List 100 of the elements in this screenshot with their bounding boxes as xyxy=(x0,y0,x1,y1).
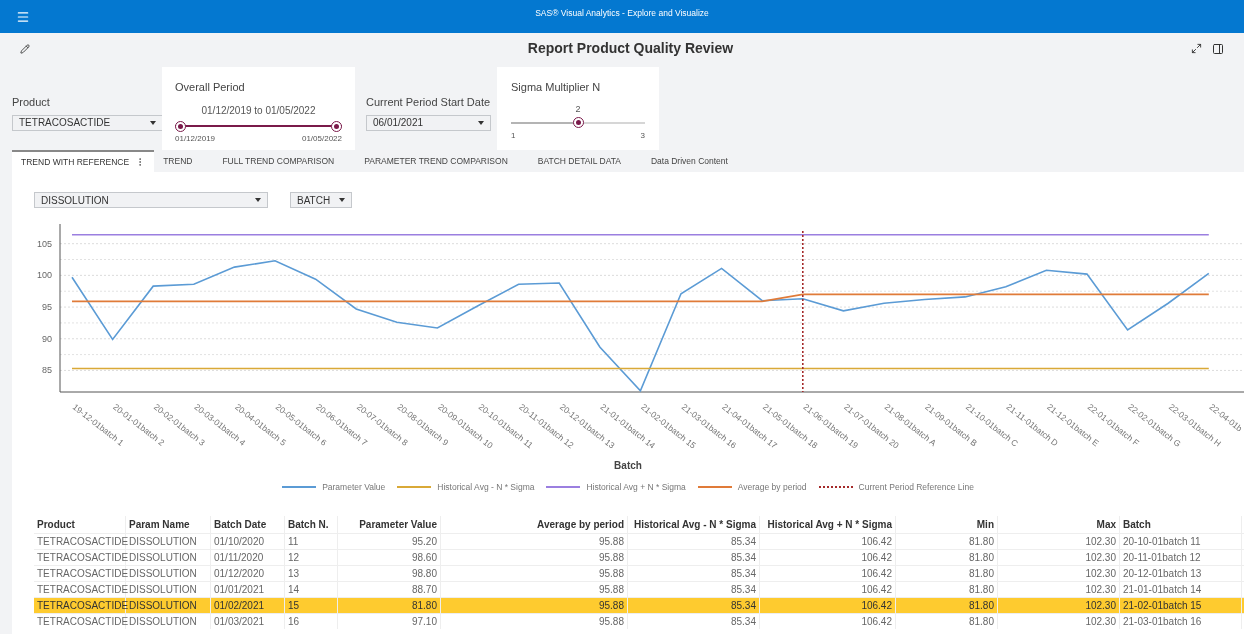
parameter-select[interactable]: DISSOLUTION xyxy=(34,192,268,208)
y-tick-label: 90 xyxy=(42,333,52,344)
slider-reading: 2 xyxy=(575,102,581,116)
column-header[interactable]: Historical Avg - N * Sigma xyxy=(628,515,760,533)
table-cell: 102.30 xyxy=(998,581,1120,597)
column-header[interactable]: Parameter Value xyxy=(338,515,441,533)
legend-label: Historical Avg - N * Sigma xyxy=(437,481,535,494)
table-cell: 20-11-01batch 12 xyxy=(1120,549,1242,565)
legend-swatch xyxy=(818,486,853,489)
table-cell: 102.30 xyxy=(998,549,1120,565)
slider-min-label: 1 xyxy=(511,130,516,142)
table-cell: 85.34 xyxy=(628,533,760,549)
column-header[interactable]: Average by period xyxy=(441,515,628,533)
slider-thumb[interactable] xyxy=(175,120,186,132)
table-row[interactable]: TETRACOSACTIDEDISSOLUTION 01/11/2020 12 98.60 95.88 85.34 106.42 81.80 102.30 20-11-01batch 12 xyxy=(34,548,1244,565)
tab[interactable]: TREND xyxy=(154,150,202,172)
product-select[interactable]: TETRACOSACTIDE xyxy=(12,114,163,131)
caret-icon xyxy=(339,198,345,202)
table-cell: TETRACOSACTIDE xyxy=(34,549,126,565)
column-header[interactable]: Batch xyxy=(1120,515,1242,533)
table-cell: 95.20 xyxy=(338,533,441,549)
menu-icon[interactable] xyxy=(16,9,30,24)
slider-reading: 01/12/2019 to 01/05/2022 xyxy=(201,103,316,118)
table-cell: 98.80 xyxy=(338,565,441,581)
table-cell: 95.88 xyxy=(441,549,628,565)
slider-thumb[interactable] xyxy=(331,120,342,132)
table-cell: 95.88 xyxy=(441,613,628,629)
table-cell: 81.80 xyxy=(896,597,998,613)
axis-title: Batch xyxy=(614,459,642,473)
panel-icon[interactable] xyxy=(1212,42,1224,55)
table-cell: TETRACOSACTIDE xyxy=(34,581,126,597)
column-header[interactable]: Batch Date xyxy=(211,515,285,533)
caret-icon xyxy=(150,120,156,125)
column-header[interactable]: Product xyxy=(34,515,126,533)
group-select[interactable]: BATCH xyxy=(290,192,352,208)
slider-thumb[interactable] xyxy=(572,117,584,128)
filter-label: Product xyxy=(12,95,51,110)
table-cell: 11 xyxy=(285,533,338,549)
table-cell: 85.34 xyxy=(628,597,760,613)
legend-swatch xyxy=(546,486,581,489)
table-cell: 106.42 xyxy=(760,613,896,629)
column-header[interactable]: Param Name xyxy=(126,515,211,533)
table-cell: 106.42 xyxy=(760,549,896,565)
table-cell: 01/12/2020 xyxy=(211,565,285,581)
edit-icon[interactable] xyxy=(20,43,30,54)
table-cell: 85.34 xyxy=(628,581,760,597)
table-cell: 95.88 xyxy=(441,597,628,613)
table-cell: 81.80 xyxy=(896,549,998,565)
table-cell: 15 xyxy=(285,597,338,613)
table-cell: 16 xyxy=(285,613,338,629)
legend-swatch xyxy=(697,486,732,489)
table-cell: 106.42 xyxy=(760,533,896,549)
table-row[interactable]: TETRACOSACTIDEDISSOLUTION 01/12/2020 13 98.80 95.88 85.34 106.42 81.80 102.30 20-12-01batch 13 xyxy=(34,564,1244,581)
table-cell: 106.42 xyxy=(760,581,896,597)
legend-label: Parameter Value xyxy=(322,481,386,494)
legend-label: Average by period xyxy=(737,481,807,494)
table-row[interactable]: TETRACOSACTIDEDISSOLUTION 01/01/2021 14 88.70 95.88 85.34 106.42 81.80 102.30 21-01-01batch 14 xyxy=(34,580,1244,597)
column-header[interactable]: Batch N. xyxy=(285,515,338,533)
table-cell: 81.80 xyxy=(896,581,998,597)
y-tick-label: 100 xyxy=(36,270,52,281)
table-cell: 102.30 xyxy=(998,597,1120,613)
app-title: SAS® Visual Analytics - Explore and Visualize xyxy=(534,7,710,20)
date-select[interactable]: 06/01/2021 xyxy=(366,114,491,131)
table-cell: 01/03/2021 xyxy=(211,613,285,629)
slider-max-label: 01/05/2022 xyxy=(301,132,342,145)
column-header[interactable]: Max xyxy=(998,515,1120,533)
table-cell: 01/02/2021 xyxy=(211,597,285,613)
table-cell: 20-12-01batch 13 xyxy=(1120,565,1242,581)
legend-label: Historical Avg + N * Sigma xyxy=(586,481,686,494)
table-cell: 01/11/2020 xyxy=(211,549,285,565)
table-cell: 85.34 xyxy=(628,613,760,629)
tab[interactable]: Data Driven Content xyxy=(641,150,737,172)
table-cell: 13 xyxy=(285,565,338,581)
tab[interactable]: FULL TREND COMPARISON xyxy=(213,150,344,172)
table-row[interactable]: TETRACOSACTIDEDISSOLUTION 01/03/2021 16 97.10 95.88 85.34 106.42 81.80 102.30 21-03-01batch 16 xyxy=(34,612,1244,629)
filter-label: Sigma Multiplier N xyxy=(511,80,602,95)
tab[interactable]: BATCH DETAIL DATA xyxy=(528,150,630,172)
table-cell: 95.88 xyxy=(441,565,628,581)
filter-label: Current Period Start Date xyxy=(366,95,492,110)
tab[interactable]: PARAMETER TREND COMPARISON xyxy=(355,150,517,172)
filter-label: Overall Period xyxy=(175,80,246,95)
column-header[interactable]: Historical Avg + N * Sigma xyxy=(760,515,896,533)
table-cell: 81.80 xyxy=(896,533,998,549)
tab[interactable]: TREND WITH REFERENCE xyxy=(12,150,155,172)
table-cell: TETRACOSACTIDE xyxy=(34,613,126,629)
caret-icon xyxy=(478,120,484,125)
table-cell: 81.80 xyxy=(896,613,998,629)
legend-swatch xyxy=(282,486,317,489)
table-cell: 95.88 xyxy=(441,533,628,549)
table-cell: 102.30 xyxy=(998,533,1120,549)
table-cell: 01/01/2021 xyxy=(211,581,285,597)
column-header[interactable]: Min xyxy=(896,515,998,533)
maximize-icon[interactable] xyxy=(1191,43,1202,54)
table-cell: 81.80 xyxy=(338,597,441,613)
table-cell: 21-01-01batch 14 xyxy=(1120,581,1242,597)
slider-max-label: 3 xyxy=(640,130,645,142)
report-title: Report Product Quality Review xyxy=(526,39,735,58)
table-row[interactable]: TETRACOSACTIDEDISSOLUTION 01/10/2020 11 95.20 95.88 85.34 106.42 81.80 102.30 20-10-01batch 11 xyxy=(34,532,1244,549)
table-cell: 21-02-01batch 15 xyxy=(1120,597,1242,613)
y-tick-label: 105 xyxy=(36,238,52,249)
